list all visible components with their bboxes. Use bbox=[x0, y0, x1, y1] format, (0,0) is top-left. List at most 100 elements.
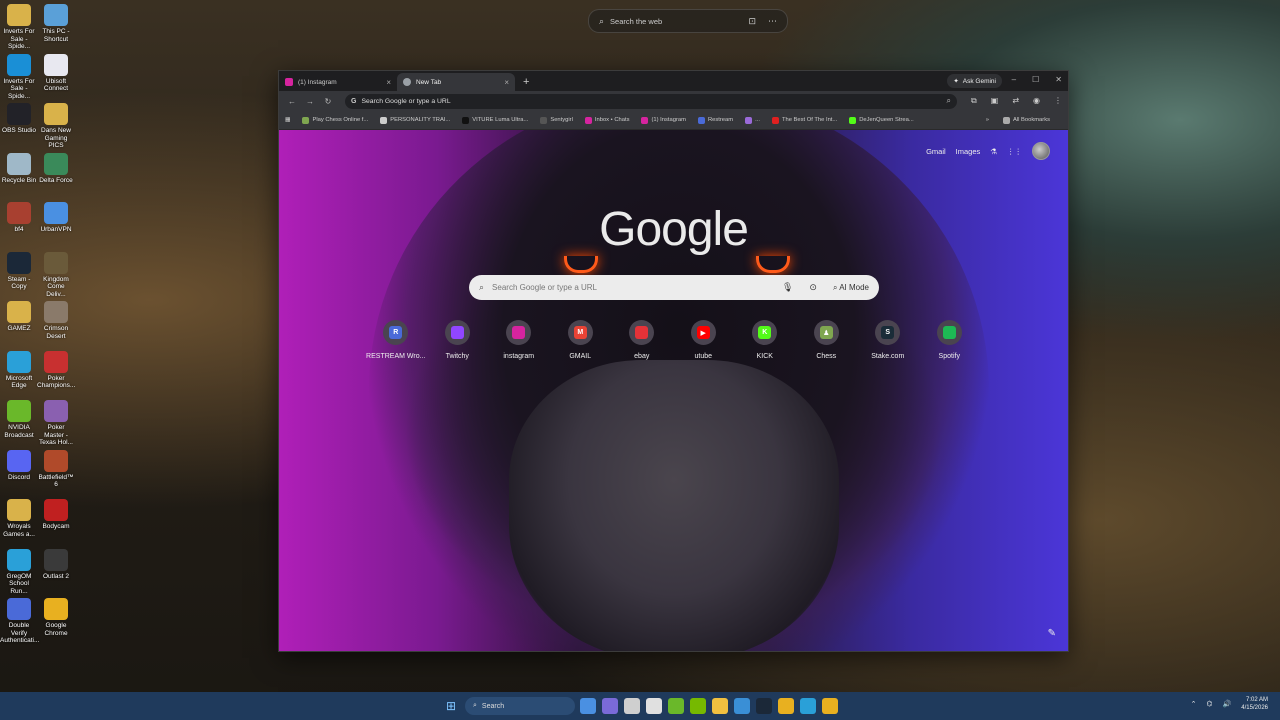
forward-icon[interactable]: → bbox=[303, 97, 317, 106]
network-icon[interactable]: ⌬ bbox=[1206, 700, 1212, 708]
images-link[interactable]: Images bbox=[956, 147, 981, 156]
minimize-icon[interactable]: – bbox=[1012, 75, 1016, 84]
apps-icon[interactable]: ⋮⋮ bbox=[1007, 147, 1022, 156]
desktop-web-search[interactable]: ⌕ Search the web ⊡ ⋯ bbox=[588, 9, 788, 33]
zoom-icon[interactable]: ⌕ bbox=[947, 96, 951, 106]
volume-icon[interactable]: 🔊 bbox=[1223, 700, 1232, 708]
apps-grid-icon[interactable]: ▦ bbox=[285, 117, 290, 123]
bookmark-item[interactable]: Sentygirl bbox=[540, 116, 573, 124]
clock[interactable]: 7:02 AM 4/15/2026 bbox=[1241, 696, 1268, 712]
shortcut-tile[interactable]: Spotify bbox=[919, 320, 981, 360]
desktop-icon[interactable]: Inverts For Sale - Spide... bbox=[0, 4, 38, 51]
taskbar-app-icon[interactable] bbox=[624, 698, 640, 714]
tab-instagram[interactable]: (1) Instagram × bbox=[279, 73, 397, 91]
new-tab-button[interactable]: + bbox=[523, 73, 529, 91]
taskbar-app-icon[interactable] bbox=[800, 698, 816, 714]
all-bookmarks[interactable]: All Bookmarks bbox=[1002, 116, 1050, 124]
desktop-icon[interactable]: GAMEZ bbox=[0, 301, 38, 333]
desktop-icon[interactable]: Dans New Gaming PICS bbox=[37, 103, 75, 150]
ntp-search-box[interactable]: ⌕ Search Google or type a URL 🎙 ⊙ ⌕ AI M… bbox=[469, 275, 879, 300]
desktop-icon[interactable]: Delta Force bbox=[37, 152, 75, 185]
mic-icon[interactable]: 🎙 bbox=[782, 282, 793, 293]
taskbar-app-icon[interactable] bbox=[756, 698, 772, 714]
gmail-link[interactable]: Gmail bbox=[926, 147, 946, 156]
taskbar-app-icon[interactable] bbox=[602, 698, 618, 714]
shortcut-tile[interactable]: ebay bbox=[611, 320, 673, 360]
desktop-icon[interactable]: UrbanVPN bbox=[37, 202, 75, 234]
bookmark-item[interactable]: VITURE Luma Ultra... bbox=[462, 116, 528, 124]
taskbar-app-icon[interactable] bbox=[580, 698, 596, 714]
ai-mode-button[interactable]: ⌕ AI Mode bbox=[833, 283, 869, 293]
customize-pencil-icon[interactable]: ✎ bbox=[1048, 628, 1056, 639]
tab-new-tab[interactable]: New Tab × bbox=[397, 73, 515, 91]
shortcut-tile[interactable]: M GMAIL bbox=[550, 320, 612, 360]
desktop-icon[interactable]: Kingdom Come Deliv... bbox=[37, 251, 75, 299]
taskbar-app-icon[interactable] bbox=[778, 698, 794, 714]
bookmark-item[interactable]: ... bbox=[745, 116, 760, 124]
bookmark-item[interactable]: Restream bbox=[697, 116, 733, 124]
desktop-icon[interactable]: Steam - Copy bbox=[0, 251, 38, 291]
ask-gemini-button[interactable]: ✦ Ask Gemini bbox=[947, 74, 1002, 88]
shortcut-tile[interactable]: S Stake.com bbox=[857, 320, 919, 360]
desktop-icon[interactable]: Wroyals Games a... bbox=[0, 499, 38, 538]
taskbar-app-icon[interactable] bbox=[822, 698, 838, 714]
taskbar-app-icon[interactable] bbox=[668, 698, 684, 714]
back-icon[interactable]: ← bbox=[285, 97, 299, 106]
desktop-icon[interactable]: Bodycam bbox=[37, 499, 75, 531]
more-icon[interactable]: ⋯ bbox=[768, 16, 777, 27]
bookmark-item[interactable]: (1) Instagram bbox=[641, 116, 686, 124]
shortcut-tile[interactable]: K KICK bbox=[734, 320, 796, 360]
sidepanel-icon[interactable]: ⇄ bbox=[1012, 96, 1019, 106]
desktop-icon[interactable]: Double Verify Authenticati... bbox=[0, 598, 39, 645]
desktop-icon[interactable]: NVIDIA Broadcast bbox=[0, 400, 38, 439]
labs-icon[interactable]: ⚗ bbox=[990, 147, 997, 156]
desktop-icon[interactable]: Poker Champions... bbox=[37, 350, 75, 390]
desktop-icon[interactable]: Microsoft Edge bbox=[0, 350, 38, 390]
profile-icon[interactable]: ◉ bbox=[1033, 96, 1040, 106]
desktop-icon[interactable]: Recycle Bin bbox=[0, 152, 38, 185]
lens-icon[interactable]: ⊡ bbox=[748, 16, 756, 27]
desktop-icon[interactable]: bf4 bbox=[0, 202, 38, 234]
desktop-icon[interactable]: This PC - Shortcut bbox=[37, 4, 75, 43]
desktop-icon[interactable]: Ubisoft Connect bbox=[37, 53, 75, 93]
desktop-icon[interactable]: GregOM School Run... bbox=[0, 548, 38, 596]
extension-icon[interactable]: ⧉ bbox=[971, 96, 977, 106]
desktop-icon[interactable]: Crimson Desert bbox=[37, 301, 75, 340]
shortcut-tile[interactable]: R RESTREAM Wro... bbox=[365, 320, 427, 360]
bookmark-item[interactable]: DeJenQueen Strea... bbox=[849, 116, 914, 124]
shortcut-tile[interactable]: instagram bbox=[488, 320, 550, 360]
desktop-icon[interactable]: Inverts For Sale - Spide... bbox=[0, 53, 38, 101]
desktop-icon[interactable]: Battlefield™ 6 bbox=[37, 449, 75, 489]
desktop-icon[interactable]: Google Chrome bbox=[37, 598, 75, 637]
lens-icon[interactable]: ⊙ bbox=[809, 282, 817, 293]
shortcut-tile[interactable]: ♟ Chess bbox=[796, 320, 858, 360]
reload-icon[interactable]: ↻ bbox=[321, 97, 335, 106]
omnibox[interactable]: G Search Google or type a URL ⌕ bbox=[345, 93, 958, 109]
avatar[interactable] bbox=[1032, 142, 1050, 160]
close-icon[interactable]: × bbox=[386, 78, 391, 87]
taskbar-app-icon[interactable] bbox=[734, 698, 750, 714]
desktop-icon[interactable]: Outlast 2 bbox=[37, 548, 75, 581]
taskbar-search[interactable]: ⌕ Search bbox=[465, 697, 575, 715]
cast-icon[interactable]: ▣ bbox=[991, 96, 999, 106]
desktop-icon[interactable]: Poker Master - Texas Hol... bbox=[37, 400, 75, 447]
taskbar-app-icon[interactable] bbox=[646, 698, 662, 714]
desktop-icon[interactable]: Discord bbox=[0, 449, 38, 482]
shortcut-tile[interactable]: ▶ utube bbox=[673, 320, 735, 360]
bookmark-item[interactable]: Inbox • Chats bbox=[584, 116, 629, 124]
bookmark-item[interactable]: The Best Of The Int... bbox=[771, 116, 837, 124]
close-window-icon[interactable]: ✕ bbox=[1055, 75, 1062, 84]
menu-icon[interactable]: ⋮ bbox=[1054, 96, 1062, 106]
taskbar-app-icon[interactable] bbox=[712, 698, 728, 714]
desktop-icon[interactable]: OBS Studio bbox=[0, 103, 38, 135]
shortcut-favicon: ♟ bbox=[819, 326, 833, 339]
shortcut-tile[interactable]: Twitchy bbox=[427, 320, 489, 360]
bookmark-item[interactable]: Play Chess Online f... bbox=[302, 116, 368, 124]
maximize-icon[interactable]: ☐ bbox=[1032, 75, 1039, 84]
chevron-up-icon[interactable]: ⌃ bbox=[1191, 700, 1197, 708]
windows-start-icon[interactable]: ⊞ bbox=[446, 700, 458, 712]
close-icon[interactable]: × bbox=[504, 78, 509, 87]
bookmark-item[interactable]: PERSONALITY TRAI... bbox=[380, 116, 450, 124]
more-bookmarks-icon[interactable]: » bbox=[986, 117, 989, 123]
taskbar-app-icon[interactable] bbox=[690, 698, 706, 714]
